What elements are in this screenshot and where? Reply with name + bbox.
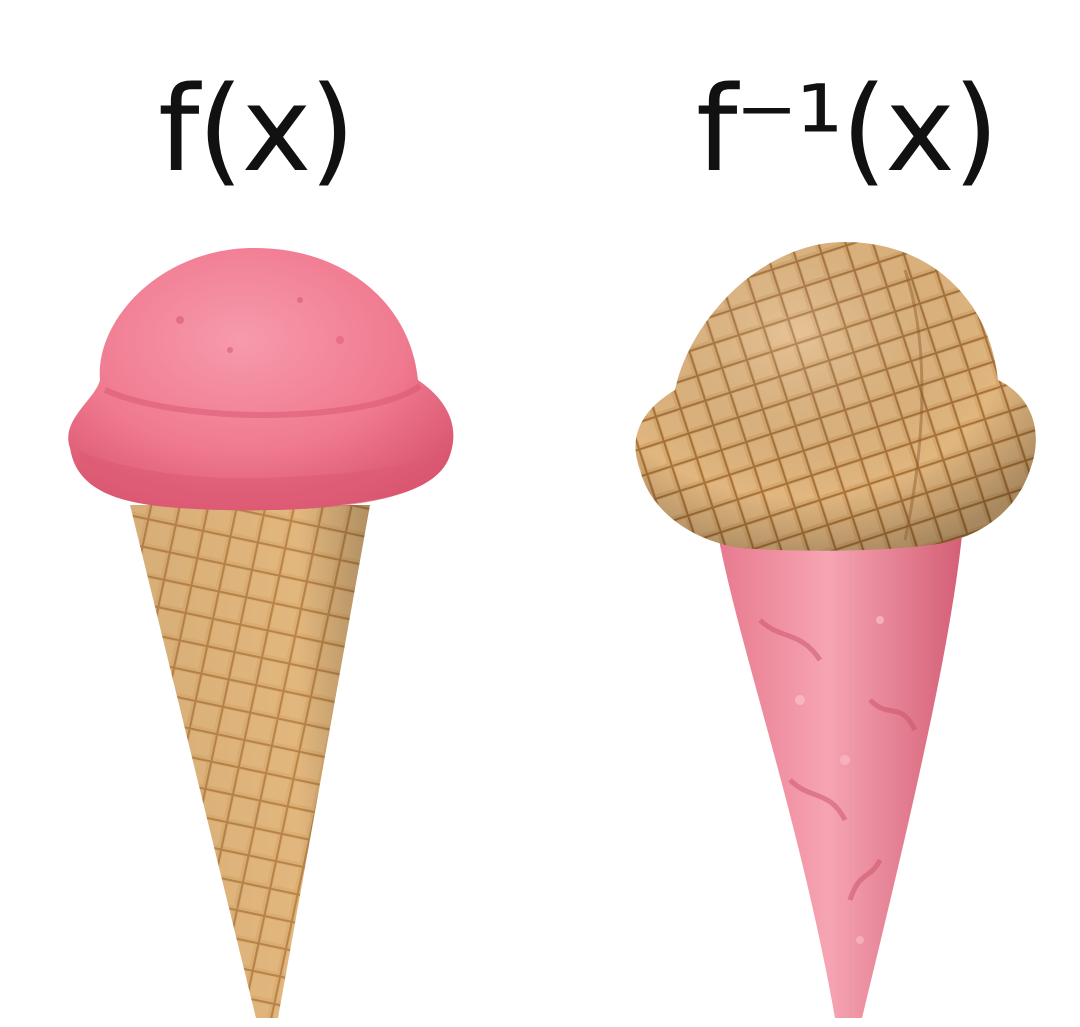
inverted-ice-cream-cone xyxy=(635,241,1036,1018)
waffle-cone-shape xyxy=(130,505,370,1018)
ice-cream-illustration xyxy=(68,241,1036,1018)
ice-cream-cone-shape xyxy=(718,535,962,1018)
waffle-cap xyxy=(635,241,1036,551)
normal-ice-cream-cone xyxy=(68,247,454,1018)
ice-cream-scoop xyxy=(68,247,454,511)
